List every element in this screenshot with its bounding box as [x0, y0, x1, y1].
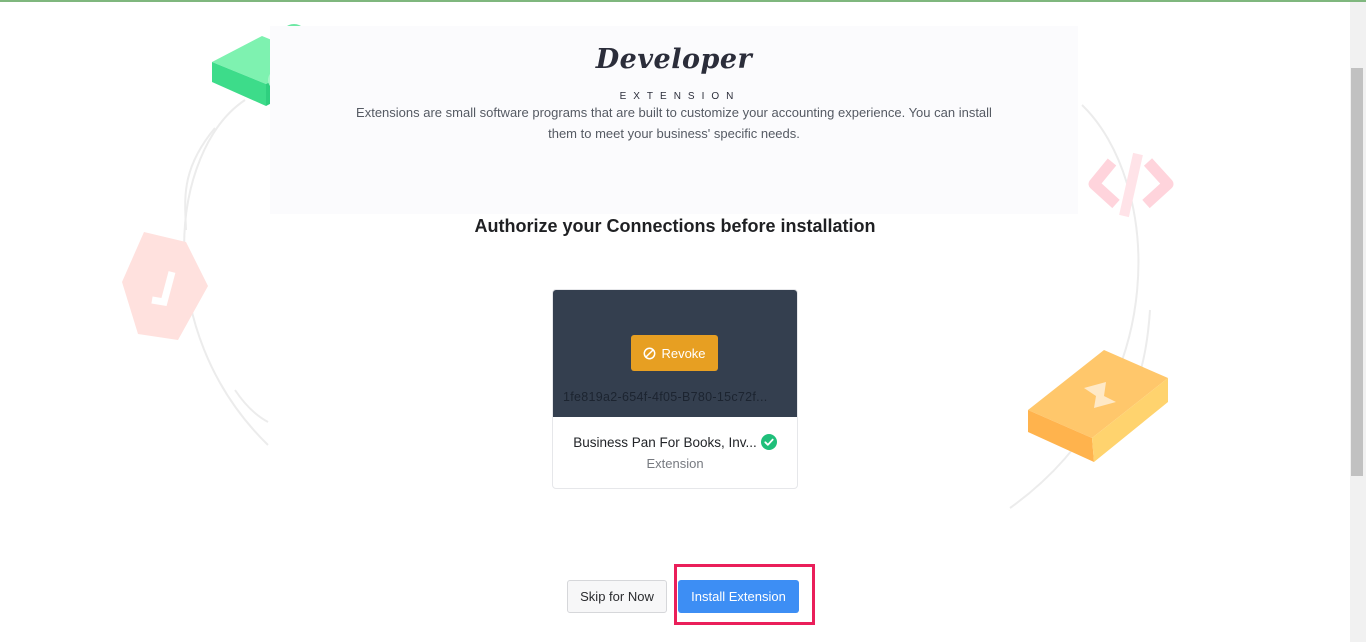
- connection-name: Business Pan For Books, Inv...: [573, 434, 757, 450]
- hexagon-code-icon: [122, 232, 208, 340]
- check-circle-icon: [760, 434, 777, 450]
- puzzle-box-icon: [1028, 350, 1168, 462]
- connection-card-header: Revoke 1fe819a2-654f-4f05-B780-15c72f...: [553, 290, 797, 417]
- revoke-label: Revoke: [661, 345, 706, 361]
- logo-subtitle: EXTENSION: [619, 91, 741, 102]
- connection-name-row: Business Pan For Books, Inv...: [553, 434, 797, 450]
- connection-card: Revoke 1fe819a2-654f-4f05-B780-15c72f...…: [552, 289, 798, 489]
- page: Developer EXTENSION Extensions are small…: [0, 0, 1366, 642]
- ban-icon: [644, 347, 656, 359]
- hero-description: Extensions are small software programs t…: [356, 105, 992, 141]
- revoke-button[interactable]: Revoke: [631, 335, 718, 371]
- section-heading: Authorize your Connections before instal…: [474, 216, 876, 236]
- top-border: [0, 0, 1366, 2]
- code-tag-icon: [1088, 152, 1174, 218]
- logo-title: Developer: [595, 44, 753, 75]
- scrollbar-thumb[interactable]: [1351, 68, 1363, 476]
- connection-type: Extension: [646, 456, 704, 471]
- connection-id: 1fe819a2-654f-4f05-B780-15c72f...: [563, 390, 768, 404]
- install-extension-button[interactable]: Install Extension: [678, 580, 799, 613]
- skip-for-now-button[interactable]: Skip for Now: [567, 580, 667, 613]
- hero-panel: Developer EXTENSION Extensions are small…: [270, 26, 1078, 214]
